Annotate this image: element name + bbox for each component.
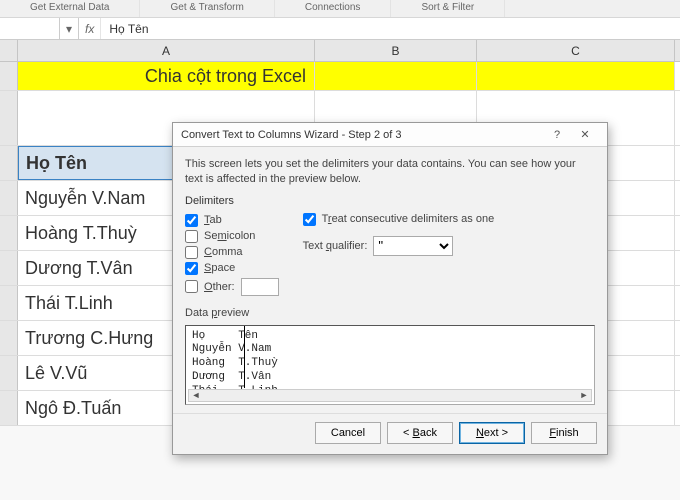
fx-icon[interactable]: fx	[79, 18, 101, 39]
delimiter-comma-checkbox[interactable]	[185, 246, 198, 259]
ribbon-group[interactable]: Sort & Filter	[391, 0, 505, 17]
row-header[interactable]	[0, 391, 18, 425]
delimiter-space[interactable]: Space	[185, 262, 279, 275]
delimiters-label: Delimiters	[185, 195, 595, 207]
title-row: Chia cột trong Excel	[0, 62, 680, 91]
dialog-title: Convert Text to Columns Wizard - Step 2 …	[181, 129, 543, 141]
delimiter-other-label: Other:	[204, 281, 235, 293]
text-qualifier-select[interactable]: "	[373, 236, 453, 256]
cell[interactable]: Chia cột trong Excel	[18, 62, 315, 90]
row-header[interactable]	[0, 62, 18, 90]
next-button[interactable]: Next >	[459, 422, 525, 444]
delimiter-space-label: Space	[204, 262, 235, 274]
ribbon-group[interactable]: Get External Data	[0, 0, 140, 17]
delimiter-tab-checkbox[interactable]	[185, 214, 198, 227]
cell[interactable]	[477, 62, 675, 90]
col-header-B[interactable]: B	[315, 40, 477, 61]
row-header[interactable]	[0, 146, 18, 180]
name-box-dropdown[interactable]: ▾	[60, 18, 79, 39]
ribbon-groups: Get External Data Get & Transform Connec…	[0, 0, 680, 18]
row-header[interactable]	[0, 286, 18, 320]
column-headers: A B C	[0, 40, 680, 62]
close-button[interactable]: ✕	[571, 125, 599, 145]
chevron-down-icon: ▾	[66, 22, 72, 36]
row-header[interactable]	[0, 91, 18, 145]
dialog-buttons: Cancel < Back Next > Finish	[173, 413, 607, 454]
dialog-titlebar[interactable]: Convert Text to Columns Wizard - Step 2 …	[173, 123, 607, 147]
scroll-right-icon[interactable]: ►	[577, 390, 591, 400]
treat-consecutive-checkbox[interactable]	[303, 213, 316, 226]
select-all-corner[interactable]	[0, 40, 18, 61]
data-preview: Họ Tên Nguyễn V.Nam Hoàng T.Thuỳ Dương T…	[185, 325, 595, 405]
formula-value[interactable]: Họ Tên	[101, 22, 156, 36]
text-to-columns-dialog: Convert Text to Columns Wizard - Step 2 …	[172, 122, 608, 455]
delimiter-tab[interactable]: Tab	[185, 214, 279, 227]
delimiter-semicolon-checkbox[interactable]	[185, 230, 198, 243]
preview-scrollbar[interactable]: ◄ ►	[188, 389, 592, 402]
finish-button[interactable]: Finish	[531, 422, 597, 444]
delimiter-semicolon-label: Semicolon	[204, 230, 255, 242]
treat-consecutive-label: Treat consecutive delimiters as one	[322, 213, 495, 225]
delimiter-other[interactable]: Other:	[185, 278, 279, 296]
ribbon-group[interactable]: Get & Transform	[140, 0, 274, 17]
row-header[interactable]	[0, 356, 18, 390]
cancel-button[interactable]: Cancel	[315, 422, 381, 444]
row-header[interactable]	[0, 181, 18, 215]
data-preview-label: Data preview	[185, 307, 595, 319]
col-header-A[interactable]: A	[18, 40, 315, 61]
help-button[interactable]: ?	[543, 125, 571, 145]
formula-bar: ▾ fx Họ Tên	[0, 18, 680, 40]
treat-consecutive[interactable]: Treat consecutive delimiters as one	[303, 213, 495, 226]
delimiter-tab-label: Tab	[204, 214, 222, 226]
delimiter-other-checkbox[interactable]	[185, 280, 198, 293]
row-header[interactable]	[0, 216, 18, 250]
delimiter-semicolon[interactable]: Semicolon	[185, 230, 279, 243]
row-header[interactable]	[0, 251, 18, 285]
dialog-description: This screen lets you set the delimiters …	[185, 157, 595, 187]
delimiter-comma-label: Comma	[204, 246, 243, 258]
delimiter-comma[interactable]: Comma	[185, 246, 279, 259]
preview-column-separator	[244, 326, 245, 388]
row-header[interactable]	[0, 321, 18, 355]
back-button[interactable]: < Back	[387, 422, 453, 444]
delimiter-space-checkbox[interactable]	[185, 262, 198, 275]
text-qualifier-label: Text qualifier:	[303, 240, 368, 252]
ribbon-group[interactable]: Connections	[275, 0, 392, 17]
delimiter-other-input[interactable]	[241, 278, 279, 296]
cell[interactable]	[315, 62, 477, 90]
col-header-C[interactable]: C	[477, 40, 675, 61]
name-box[interactable]	[0, 18, 60, 39]
scroll-left-icon[interactable]: ◄	[189, 390, 203, 400]
